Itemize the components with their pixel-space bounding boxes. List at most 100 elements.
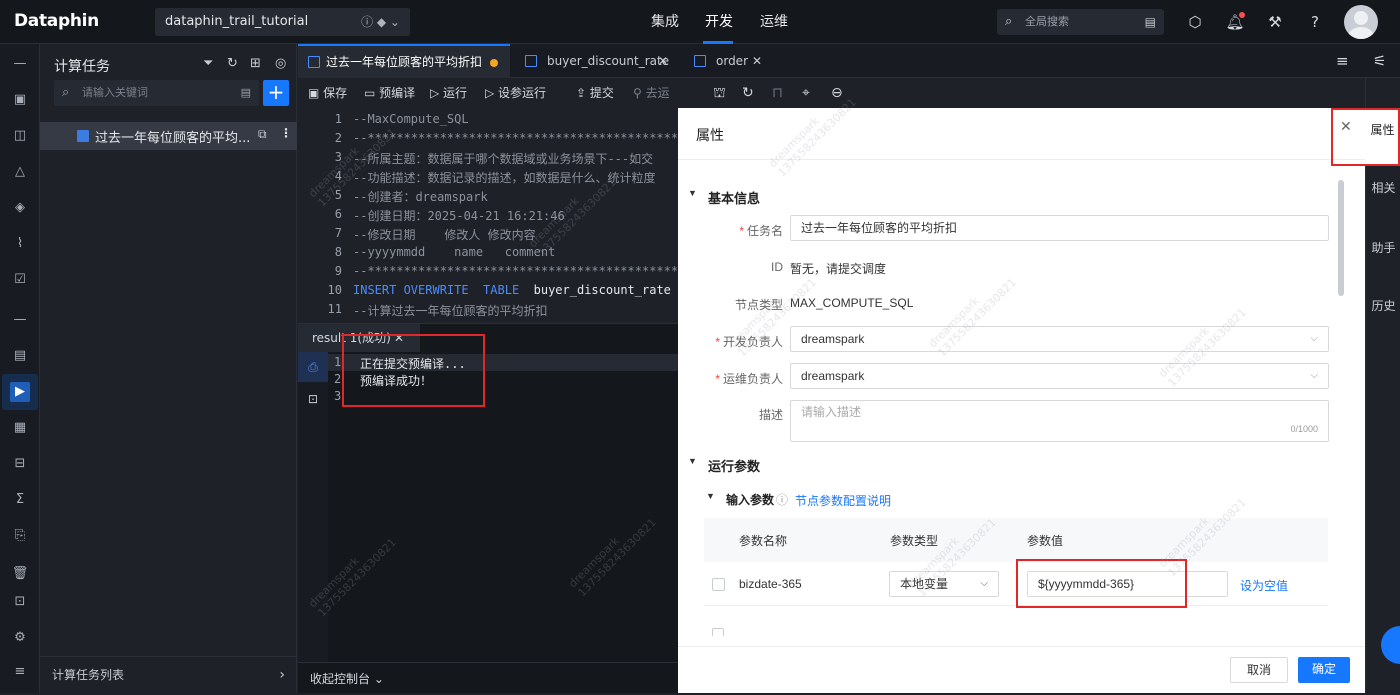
tab-active-task[interactable]: 过去一年每位顾客的平均折扣 [298, 44, 510, 78]
help-icon[interactable]: ? [1305, 12, 1325, 32]
global-search-input[interactable]: ⌕ 全局搜索 ▤ [997, 9, 1164, 35]
pin-icon[interactable]: ⌖ [802, 78, 810, 108]
search-filter-icon[interactable]: ▤ [1145, 9, 1156, 35]
rail-file-icon[interactable]: ⎘ [10, 526, 30, 546]
to-ops-button[interactable]: ⚲ 去运维 [633, 78, 678, 130]
rail-grid-icon[interactable]: ▦ [10, 418, 30, 438]
rail-sigma-icon[interactable]: Σ [10, 490, 30, 510]
editor-toolbar: ▣ 保存 ▭ 预编译 ▷ 运行 ▷ 设参运行 ⇪ 提交 ⚲ 去运维 [298, 78, 678, 130]
nav-development[interactable]: 开发 [705, 0, 733, 44]
dev-owner-select[interactable]: dreamspark ⌵ [790, 326, 1329, 352]
more-icon[interactable]: ⋮ [280, 126, 292, 140]
column-header: 参数名称 [739, 534, 788, 548]
submit-button[interactable]: ⇪ 提交 [576, 78, 614, 108]
tab-history[interactable]: 历史 [1366, 298, 1400, 314]
collapse-console-button[interactable]: 收起控制台 ⌄ [298, 662, 678, 694]
run-with-params-button[interactable]: ▷ 设参运行 [485, 78, 546, 108]
wrench-icon[interactable]: ⚒ [1265, 12, 1285, 32]
task-tree-item[interactable]: 过去一年每位顾客的平均... ⧉ ⋮ [40, 122, 297, 150]
log-line-number: 1 [334, 355, 342, 369]
chevron-down-icon: ⌵ [1310, 333, 1318, 344]
app-logo[interactable]: Dataphin [14, 11, 99, 31]
avatar[interactable] [1344, 5, 1378, 39]
cancel-button[interactable]: 取消 [1230, 657, 1288, 683]
task-name-input[interactable]: 过去一年每位顾客的平均折扣 [790, 215, 1329, 241]
save-button[interactable]: ▣ 保存 [308, 78, 347, 108]
code-view-icon[interactable]: ⊡ [298, 384, 328, 414]
log-icon[interactable]: ⎙ [298, 352, 328, 382]
sidebar-search-input[interactable]: ⌕ 请输入关键词 ▤ [54, 80, 259, 106]
close-icon[interactable]: ✕ [752, 44, 762, 78]
column-header: 参数类型 [890, 534, 939, 548]
description-textarea[interactable]: 请输入描述 0/1000 [790, 400, 1329, 442]
copy-icon[interactable]: ⧉ [258, 127, 267, 142]
lock-icon[interactable]: ⊓ [772, 78, 783, 108]
table-icon [694, 55, 706, 67]
properties-header: 属性 [678, 108, 1365, 160]
rail-dashboard-icon[interactable]: ▣ [10, 90, 30, 110]
format-icon[interactable]: ⛫ [713, 78, 726, 108]
rail-collapse-icon[interactable]: ≡ [10, 662, 30, 682]
locate-icon[interactable]: ◎ [275, 56, 286, 71]
rail-search-doc-icon[interactable]: ⊡ [10, 592, 30, 612]
tab-buyer-discount-rate[interactable]: buyer_discount_rate ✕ [512, 44, 682, 78]
search-filter-icon[interactable]: ▤ [241, 80, 251, 106]
add-task-button[interactable]: + [263, 80, 289, 106]
input-params-heading[interactable]: ▼ 输入参数 [706, 491, 774, 508]
filter-icon[interactable]: ⏷ [203, 56, 213, 71]
tab-label: order [716, 54, 748, 68]
editor-code-line: --创建者：dreamspark [353, 190, 488, 204]
rail-check-icon[interactable]: ☑ [10, 270, 30, 290]
rail-trash-icon[interactable]: 🗑︎ [10, 564, 30, 584]
params-help-link[interactable]: 节点参数配置说明 [795, 492, 891, 509]
menu-icon[interactable]: — [10, 54, 30, 74]
table-footer-partial [712, 624, 1012, 636]
id-label: ID [771, 260, 783, 274]
task-list-footer[interactable]: 计算任务列表 › [40, 656, 297, 693]
param-name: bizdate-365 [739, 577, 802, 591]
play-icon: ▷ [430, 86, 444, 100]
properties-scrollbar[interactable] [1338, 180, 1344, 296]
task-icon[interactable]: ⬡ [1185, 12, 1205, 32]
sql-keyword: TABLE [483, 283, 520, 297]
tab-list-icon[interactable]: ≡ [1336, 52, 1349, 70]
set-null-link[interactable]: 设为空值 [1240, 577, 1288, 594]
minus-circle-icon[interactable]: ⊖ [831, 78, 843, 108]
precompile-button[interactable]: ▭ 预编译 [364, 78, 415, 108]
sql-editor[interactable]: 1 --MaxCompute_SQL 2 --********************… [298, 108, 678, 323]
new-folder-icon[interactable]: ⊞ [250, 56, 261, 71]
close-icon[interactable]: ✕ [658, 44, 668, 78]
select-all-checkbox[interactable] [712, 628, 724, 636]
id-value: 暂无，请提交调度 [790, 262, 887, 276]
project-selector[interactable]: dataphin_trail_tutorial ⓘ ◆ ⌄ [155, 8, 410, 36]
panel-settings-icon[interactable]: ⚟ [1373, 52, 1386, 70]
editor-line-number: 3 [334, 150, 342, 164]
tab-assistant[interactable]: 助手 [1366, 240, 1400, 256]
run-button[interactable]: ▷ 运行 [430, 78, 467, 108]
unsaved-dot-icon [490, 59, 498, 67]
tab-order[interactable]: order ✕ [684, 44, 774, 78]
rail-compute-task-icon[interactable]: ▶ [10, 382, 30, 402]
ops-owner-select[interactable]: dreamspark ⌵ [790, 363, 1329, 389]
rail-chart-icon[interactable]: ⌇ [10, 234, 30, 254]
rail-doc-icon[interactable]: ▤ [10, 346, 30, 366]
refresh-icon[interactable]: ↻ [227, 56, 238, 71]
param-type-select[interactable]: 本地变量 ⌵ [889, 571, 999, 597]
refresh-icon[interactable]: ↻ [742, 78, 754, 108]
rail-gear-icon[interactable]: ⚙ [10, 628, 30, 648]
nav-operations[interactable]: 运维 [760, 0, 788, 44]
nav-integration[interactable]: 集成 [651, 0, 679, 44]
section-basic-info[interactable]: ▼ 基本信息 [688, 188, 760, 207]
caret-down-icon: ▼ [688, 456, 697, 466]
confirm-button[interactable]: 确定 [1298, 657, 1350, 683]
rail-box-icon[interactable]: ⊟ [10, 454, 30, 474]
row-checkbox[interactable] [712, 578, 725, 591]
rail-alert-icon[interactable]: △ [10, 162, 30, 182]
info-icon[interactable]: ⓘ [776, 491, 788, 508]
rail-monitor-icon[interactable]: ◫ [10, 126, 30, 146]
tab-related[interactable]: 相关 [1366, 180, 1400, 196]
rail-layers-icon[interactable]: ◈ [10, 198, 30, 218]
editor-code-line: --计算过去一年每位顾客的平均折扣 [353, 304, 548, 318]
section-run-params[interactable]: ▼ 运行参数 [688, 456, 760, 475]
editor-tabs: 过去一年每位顾客的平均折扣 buyer_discount_rate ✕ orde… [298, 44, 1400, 78]
